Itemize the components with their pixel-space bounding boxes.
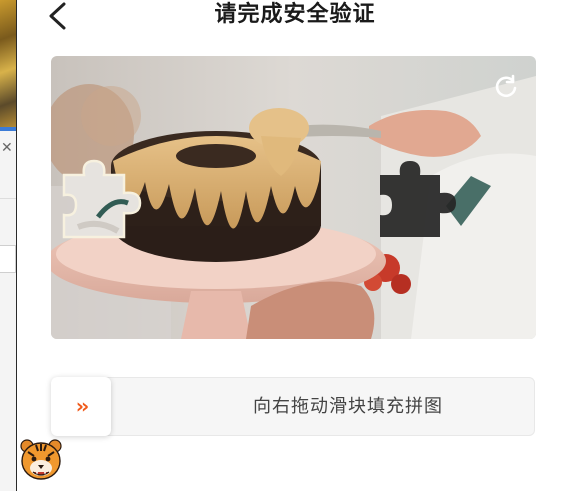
background-photo xyxy=(0,0,17,127)
slider-handle[interactable]: ›› xyxy=(51,377,111,436)
background-close-icon: ✕ xyxy=(1,140,13,156)
background-page: ✕ xyxy=(0,0,17,491)
page-title: 请完成安全验证 xyxy=(214,2,376,27)
tiger-avatar-icon[interactable] xyxy=(18,436,64,482)
double-chevron-right-icon: ›› xyxy=(75,394,89,418)
background-input-box xyxy=(0,245,16,273)
chevron-left-icon xyxy=(49,2,66,30)
puzzle-target-slot xyxy=(376,157,464,241)
back-button[interactable] xyxy=(44,0,74,34)
refresh-button[interactable] xyxy=(492,72,520,100)
slider-track[interactable]: 向右拖动滑块填充拼图 xyxy=(51,377,535,436)
background-divider xyxy=(0,198,17,199)
refresh-icon xyxy=(495,74,517,98)
panel-divider xyxy=(16,0,17,491)
puzzle-piece[interactable] xyxy=(58,157,146,241)
background-accent-line xyxy=(0,127,17,131)
slider-hint: 向右拖动滑块填充拼图 xyxy=(253,396,443,417)
